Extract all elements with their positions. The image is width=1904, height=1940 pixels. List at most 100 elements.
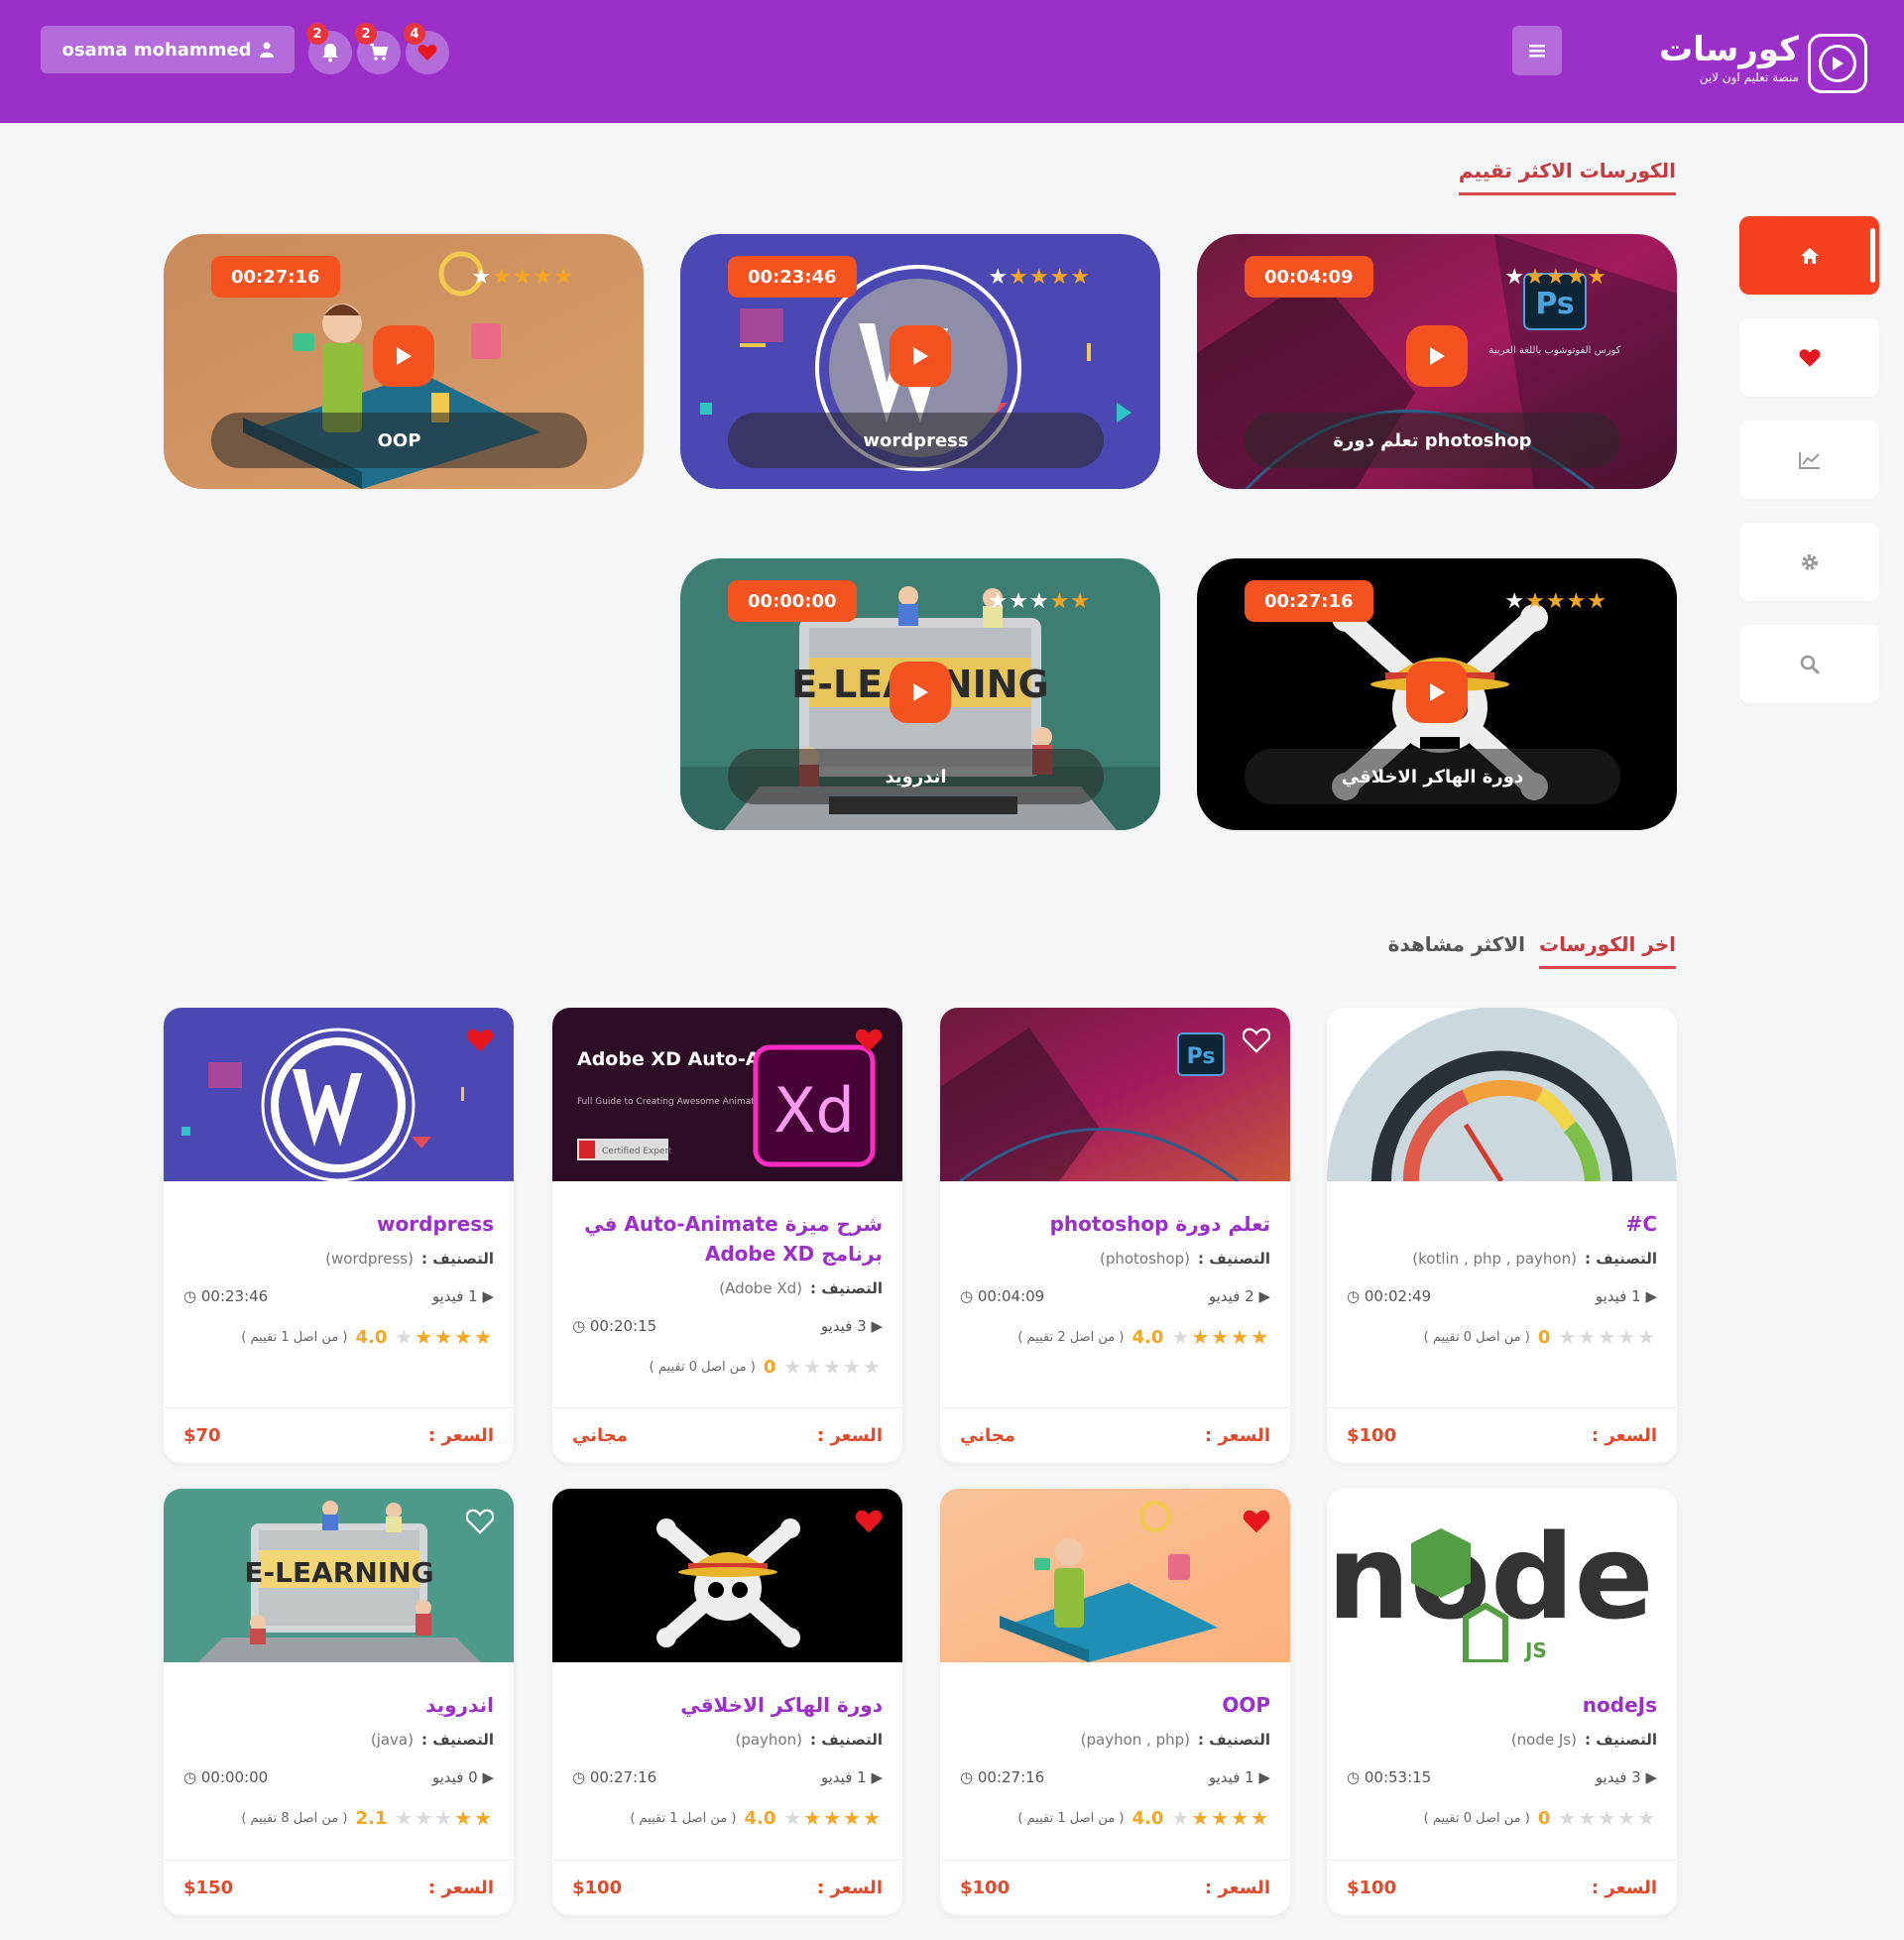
svg-text:Xd: Xd	[774, 1074, 855, 1147]
course-price: $100	[572, 1878, 623, 1898]
cart-button[interactable]: 2	[355, 23, 401, 74]
course-price: $150	[183, 1878, 234, 1898]
menu-toggle-button[interactable]	[1512, 26, 1562, 75]
course-category: التصنيف : (payhon , php)	[1080, 1731, 1270, 1749]
rating-stars: ★★★★★	[988, 265, 1091, 290]
svg-text:E-LEARNING: E-LEARNING	[244, 1556, 433, 1589]
course-title[interactable]: C#	[1347, 1209, 1657, 1239]
tab-most-viewed[interactable]: الاكثر مشاهدة	[1388, 932, 1525, 956]
play-icon	[397, 347, 412, 365]
course-price: مجاني	[960, 1425, 1015, 1446]
play-icon	[913, 347, 928, 365]
course-duration: 00:00:00 ◷	[183, 1768, 269, 1786]
course-price: $100	[1347, 1425, 1397, 1446]
rating-stars: ★★★★★	[395, 1325, 494, 1349]
favorite-toggle[interactable]	[1243, 1028, 1270, 1053]
favorite-toggle[interactable]	[466, 1028, 494, 1053]
course-title[interactable]: nodeJs	[1347, 1690, 1657, 1720]
play-icon	[913, 683, 928, 701]
top-header: osama mohammed 2 2 4 كورسات منصة تعليم ا…	[0, 0, 1904, 123]
sidebar-search[interactable]	[1739, 625, 1879, 703]
videos-count: ▶ 1 فيديو	[431, 1287, 494, 1305]
course-card[interactable]: C# التصنيف : (kotlin , php , payhon) ▶ 1 …	[1327, 1008, 1677, 1463]
play-button[interactable]	[373, 325, 434, 387]
course-card[interactable]: OOP التصنيف : (payhon , php) ▶ 1 فيديو 00…	[940, 1489, 1290, 1915]
course-title[interactable]: شرح ميزة Auto-Animate في برنامج Adobe XD	[572, 1209, 883, 1269]
home-icon	[1800, 247, 1819, 264]
course-card[interactable]: دورة الهاكر الاخلاقي التصنيف : (payhon) ▶…	[552, 1489, 902, 1915]
play-icon	[1430, 683, 1445, 701]
course-title[interactable]: OOP	[960, 1690, 1270, 1720]
course-rating: ★★★★★ 4.0 ( من اصل 1 تقييم )	[630, 1806, 883, 1830]
course-duration: 00:04:09 ◷	[960, 1287, 1045, 1305]
username: osama mohammed	[61, 39, 252, 61]
duration-badge: 00:27:16	[1245, 580, 1373, 622]
course-duration: 00:02:49 ◷	[1347, 1287, 1432, 1305]
rating-stars: ★★★★★	[1171, 1325, 1270, 1349]
rating-stars: ★★★★★	[1171, 1806, 1270, 1830]
sidebar-home[interactable]	[1739, 216, 1879, 295]
course-category: التصنيف : (java)	[370, 1731, 494, 1749]
course-card[interactable]: node JS nodeJs التصنيف : (node Js) ▶ 3 في…	[1327, 1489, 1677, 1915]
course-title[interactable]: wordpress	[183, 1209, 494, 1239]
chart-icon	[1798, 451, 1820, 469]
logo-play-icon	[1808, 34, 1867, 93]
favorites-badge: 4	[404, 23, 425, 45]
course-title[interactable]: اندرويد	[183, 1690, 494, 1720]
course-title: OOP	[211, 413, 587, 468]
course-thumbnail: Ps	[940, 1008, 1290, 1181]
sidebar-settings[interactable]	[1739, 523, 1879, 601]
notifications-button[interactable]: 2	[306, 23, 352, 74]
hamburger-icon	[1529, 45, 1545, 58]
course-card[interactable]: Adobe XD Auto-Animate Full Guide to Crea…	[552, 1008, 902, 1463]
favorite-toggle[interactable]	[466, 1509, 494, 1534]
rating-stars: ★★★★★	[783, 1355, 883, 1379]
logo-title: كورسات	[1658, 30, 1799, 69]
course-card[interactable]: wordpress التصنيف : (wordpress) ▶ 1 فيديو…	[164, 1008, 514, 1463]
course-price: $70	[183, 1425, 221, 1446]
top-rated-card[interactable]: 00:27:16 ★★★★★ OOP	[164, 234, 644, 489]
play-button[interactable]	[1406, 662, 1468, 723]
top-rated-card[interactable]: 00:27:16 ★★★★★ دورة الهاكر الاخلاقي	[1197, 558, 1677, 830]
course-thumbnail	[552, 1489, 902, 1662]
play-button[interactable]	[890, 325, 951, 387]
course-category: التصنيف : (wordpress)	[325, 1250, 494, 1268]
top-rated-card[interactable]: E-LEARNING 00:00:00 ★★★★★ اندرويد	[680, 558, 1160, 830]
favorite-toggle[interactable]	[855, 1028, 883, 1053]
course-meta: ▶ 0 فيديو 00:00:00 ◷	[183, 1768, 494, 1786]
favorite-toggle[interactable]	[1243, 1509, 1270, 1534]
svg-text:كورس الفوتوشوب باللغة العربية: كورس الفوتوشوب باللغة العربية	[1488, 345, 1620, 356]
course-duration: 00:27:16 ◷	[572, 1768, 657, 1786]
cart-badge: 2	[355, 23, 377, 45]
play-button[interactable]	[890, 662, 951, 723]
course-card[interactable]: Ps تعلم دورة photoshop التصنيف : (photosh…	[940, 1008, 1290, 1463]
course-meta: ▶ 3 فيديو 00:20:15 ◷	[572, 1317, 883, 1335]
heart-icon	[1799, 348, 1820, 367]
top-rated-heading: الكورسات الاكثر تقييم	[1458, 159, 1676, 195]
user-icon	[259, 42, 274, 58]
svg-text:Full Guide to Creating Awesome: Full Guide to Creating Awesome Animation…	[577, 1097, 774, 1107]
favorites-button[interactable]: 4	[404, 23, 449, 74]
play-button[interactable]	[1406, 325, 1468, 387]
top-rated-card[interactable]: 00:23:46 ★★★★★ wordpress	[680, 234, 1160, 489]
course-price-row: السعر : $100	[552, 1860, 902, 1915]
favorite-toggle[interactable]	[855, 1509, 883, 1534]
course-rating: ★★★★★ 4.0 ( من اصل 2 تقييم )	[1017, 1325, 1270, 1349]
videos-count: ▶ 3 فيديو	[1595, 1768, 1657, 1786]
svg-text:Certified Expert: Certified Expert	[602, 1147, 672, 1156]
tab-latest[interactable]: اخر الكورسات	[1539, 932, 1676, 969]
videos-count: ▶ 3 فيديو	[820, 1317, 883, 1335]
course-title[interactable]: دورة الهاكر الاخلاقي	[572, 1690, 883, 1720]
course-title[interactable]: تعلم دورة photoshop	[960, 1209, 1270, 1239]
course-thumbnail	[164, 1008, 514, 1181]
top-rated-card[interactable]: Ps كورس الفوتوشوب باللغة العربية 00:04:0…	[1197, 234, 1677, 489]
user-menu-button[interactable]: osama mohammed	[41, 26, 295, 73]
search-icon	[1800, 655, 1819, 673]
sidebar-favorites[interactable]	[1739, 318, 1879, 397]
course-card[interactable]: E-LEARNING اندرويد التصنيف : (java) ▶ 0 ف…	[164, 1489, 514, 1915]
course-price: $100	[960, 1878, 1011, 1898]
logo[interactable]: كورسات منصة تعليم اون لاين	[1659, 30, 1799, 84]
videos-count: ▶ 0 فيديو	[431, 1768, 494, 1786]
sidebar-stats[interactable]	[1739, 421, 1879, 499]
course-duration: 00:20:15 ◷	[572, 1317, 657, 1335]
